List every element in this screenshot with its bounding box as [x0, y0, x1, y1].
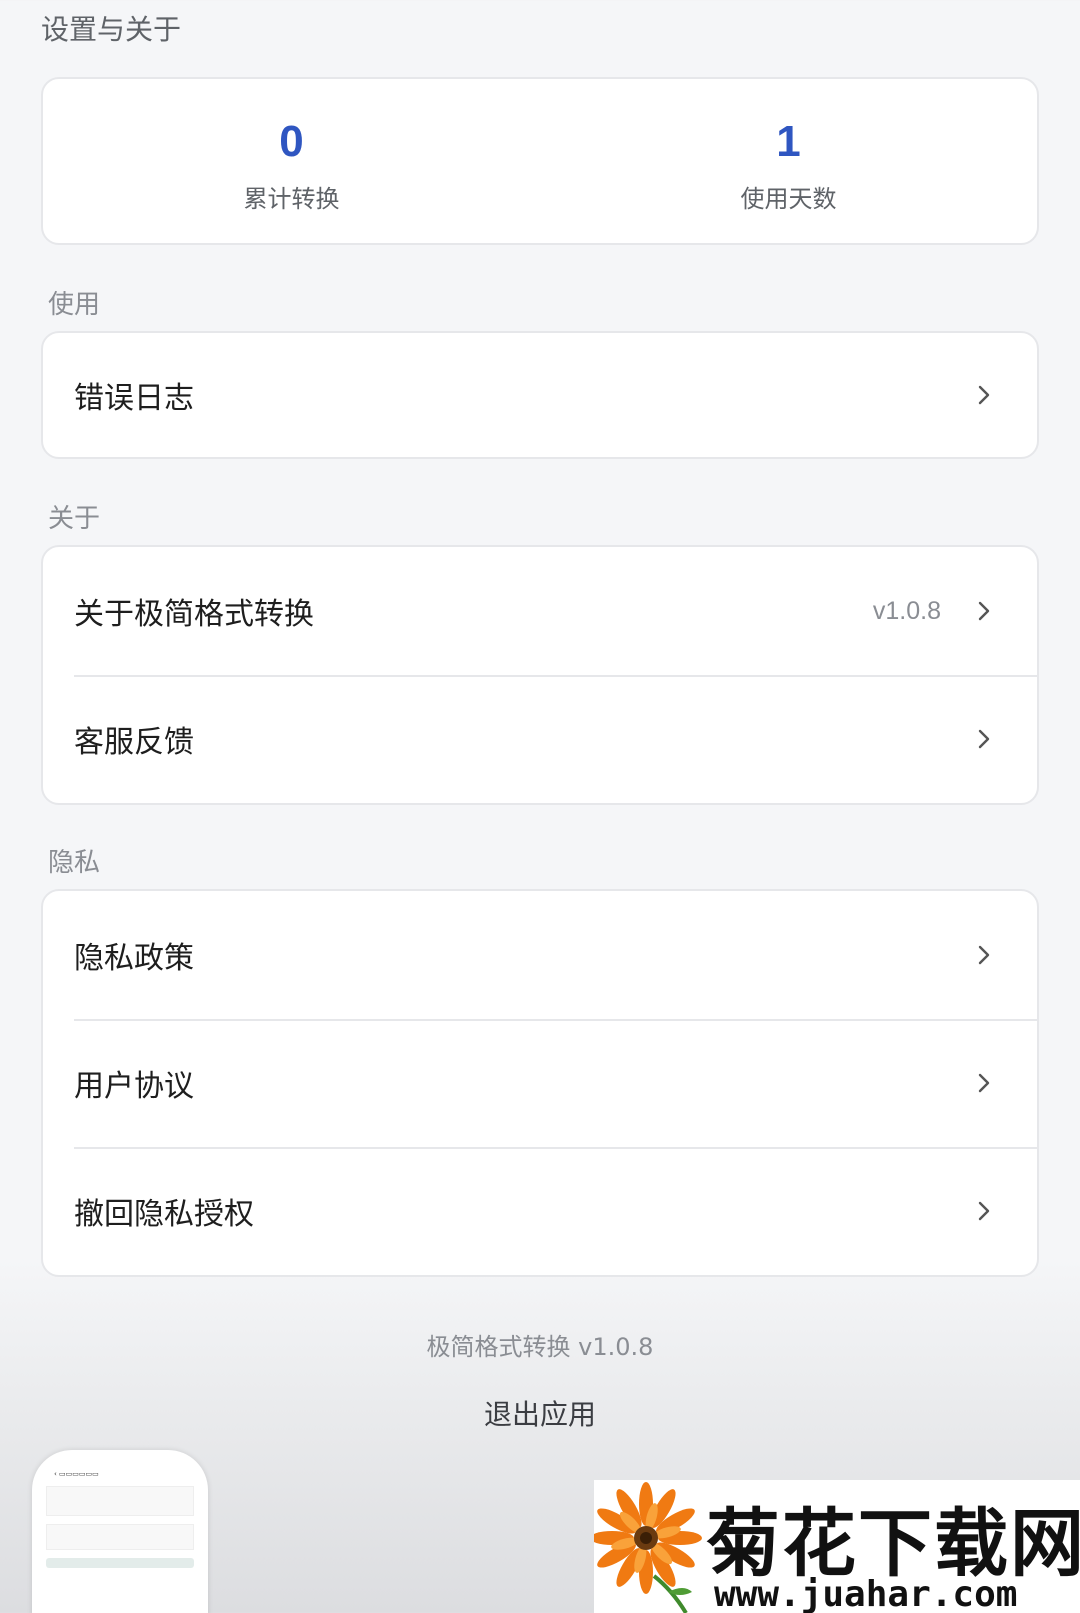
chevron-right-icon [971, 726, 997, 752]
chevron-right-icon [971, 1198, 997, 1224]
list-item-privacy-policy[interactable]: 隐私政策 [43, 891, 1037, 1019]
watermark-url: www.juahar.com [714, 1574, 1018, 1613]
stat-value: 1 [776, 117, 801, 166]
exit-app-button[interactable]: 退出应用 [440, 1390, 640, 1440]
list-item-error-log[interactable]: 错误日志 [43, 333, 1037, 457]
stat-days-used: 1 使用天数 [540, 79, 1037, 243]
mini-preview-window[interactable]: ‹ ▭▭▭▭▭▭ [32, 1450, 208, 1613]
stat-total-conversions: 0 累计转换 [43, 79, 540, 243]
flower-icon [594, 1482, 702, 1613]
row-label: 关于极简格式转换 [74, 597, 314, 632]
row-label: 用户协议 [74, 1069, 194, 1104]
footer-version: 极简格式转换 v1.0.8 [426, 1333, 654, 1361]
mini-preview-title: ‹ ▭▭▭▭▭▭ [54, 1470, 99, 1478]
section-label-privacy: 隐私 [48, 848, 101, 878]
section-label-usage: 使用 [48, 290, 101, 320]
list-item-revoke-privacy[interactable]: 撤回隐私授权 [43, 1147, 1037, 1275]
list-item-feedback[interactable]: 客服反馈 [43, 675, 1037, 803]
row-label: 错误日志 [74, 381, 194, 416]
stat-value: 0 [279, 117, 304, 166]
list-item-user-agreement[interactable]: 用户协议 [43, 1019, 1037, 1147]
stat-label: 累计转换 [243, 185, 340, 213]
chevron-right-icon [971, 598, 997, 624]
privacy-card: 隐私政策 用户协议 撤回隐私授权 [41, 889, 1039, 1277]
row-label: 隐私政策 [74, 941, 194, 976]
about-card: 关于极简格式转换 v1.0.8 客服反馈 [41, 545, 1039, 805]
chevron-right-icon [971, 382, 997, 408]
chevron-right-icon [971, 1070, 997, 1096]
stats-card: 0 累计转换 1 使用天数 [41, 77, 1039, 245]
page-title: 设置与关于 [41, 13, 182, 46]
section-label-about: 关于 [48, 504, 101, 534]
row-label: 客服反馈 [74, 725, 194, 760]
usage-card: 错误日志 [41, 331, 1039, 459]
row-label: 撤回隐私授权 [74, 1197, 254, 1232]
chevron-right-icon [971, 942, 997, 968]
watermark: 菊花下载网 www.juahar.com [594, 1480, 1080, 1613]
mini-preview-panel [46, 1524, 194, 1550]
list-item-about-app[interactable]: 关于极简格式转换 v1.0.8 [43, 547, 1037, 675]
mini-preview-button [46, 1558, 194, 1568]
version-value: v1.0.8 [872, 596, 941, 625]
stat-label: 使用天数 [740, 185, 837, 213]
mini-preview-panel [46, 1486, 194, 1516]
